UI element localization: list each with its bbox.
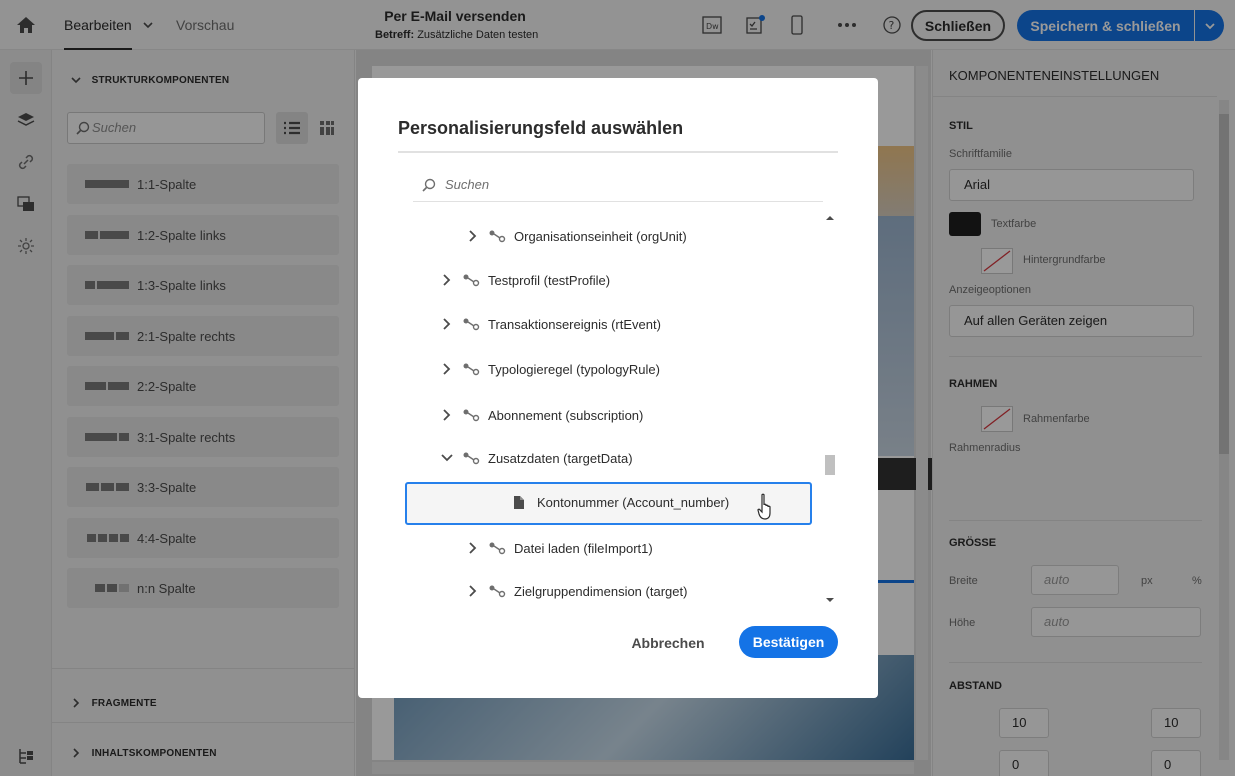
- tree-item-label: Zielgruppendimension (target): [514, 583, 688, 599]
- tree-item-label: Kontonummer (Account_number): [537, 494, 730, 510]
- document-icon: [514, 495, 524, 509]
- tree-item-subscription[interactable]: Abonnement (subscription): [440, 405, 643, 425]
- scroll-down-icon[interactable]: [823, 595, 837, 605]
- tree-item-label: Datei laden (fileImport1): [514, 540, 653, 556]
- link-node-icon: [463, 409, 480, 422]
- tree-item-rtevent[interactable]: Transaktionsereignis (rtEvent): [440, 314, 661, 334]
- tree-item-label: Organisationseinheit (orgUnit): [514, 228, 687, 244]
- scroll-thumb[interactable]: [825, 455, 835, 475]
- link-node-icon: [463, 318, 480, 331]
- link-node-icon: [489, 585, 506, 598]
- divider: [398, 151, 838, 153]
- tree-item-orgunit[interactable]: Organisationseinheit (orgUnit): [466, 226, 687, 246]
- search-icon: [422, 178, 436, 195]
- link-node-icon: [463, 363, 480, 376]
- link-node-icon: [463, 452, 480, 465]
- chevron-right-icon[interactable]: [440, 362, 454, 376]
- scroll-up-icon[interactable]: [823, 213, 837, 223]
- link-node-icon: [489, 542, 506, 555]
- chevron-right-icon[interactable]: [440, 408, 454, 422]
- link-node-icon: [489, 230, 506, 243]
- dialog-title: Personalisierungsfeld auswählen: [398, 118, 684, 138]
- cancel-button[interactable]: Abbrechen: [620, 627, 716, 659]
- tree-scrollbar[interactable]: [823, 209, 837, 605]
- chevron-right-icon[interactable]: [466, 229, 480, 243]
- tree-item-label: Typologieregel (typologyRule): [488, 361, 660, 377]
- chevron-right-icon[interactable]: [440, 317, 454, 331]
- tree-item-account-number-content[interactable]: Kontonummer (Account_number): [513, 492, 729, 512]
- hand-cursor-icon: [757, 493, 775, 524]
- tree-item-target[interactable]: Zielgruppendimension (target): [466, 581, 687, 601]
- personalization-dialog: Personalisierungsfeld auswählen Suchen O…: [358, 78, 878, 698]
- chevron-right-icon[interactable]: [466, 541, 480, 555]
- tree-item-fileimport[interactable]: Datei laden (fileImport1): [466, 538, 653, 558]
- tree-item-typologyrule[interactable]: Typologieregel (typologyRule): [440, 359, 660, 379]
- field-search-input[interactable]: Suchen: [413, 172, 823, 202]
- tree-item-label: Abonnement (subscription): [488, 407, 644, 423]
- tree-item-label: Transaktionsereignis (rtEvent): [488, 316, 661, 332]
- confirm-button[interactable]: Bestätigen: [739, 626, 838, 658]
- tree-item-label: Zusatzdaten (targetData): [488, 450, 633, 466]
- tree-item-label: Testprofil (testProfile): [488, 272, 611, 288]
- chevron-down-icon[interactable]: [440, 451, 454, 465]
- chevron-right-icon[interactable]: [440, 273, 454, 287]
- tree-item-testprofile[interactable]: Testprofil (testProfile): [440, 270, 610, 290]
- link-node-icon: [463, 274, 480, 287]
- chevron-right-icon[interactable]: [466, 584, 480, 598]
- tree-item-targetdata[interactable]: Zusatzdaten (targetData): [440, 448, 633, 468]
